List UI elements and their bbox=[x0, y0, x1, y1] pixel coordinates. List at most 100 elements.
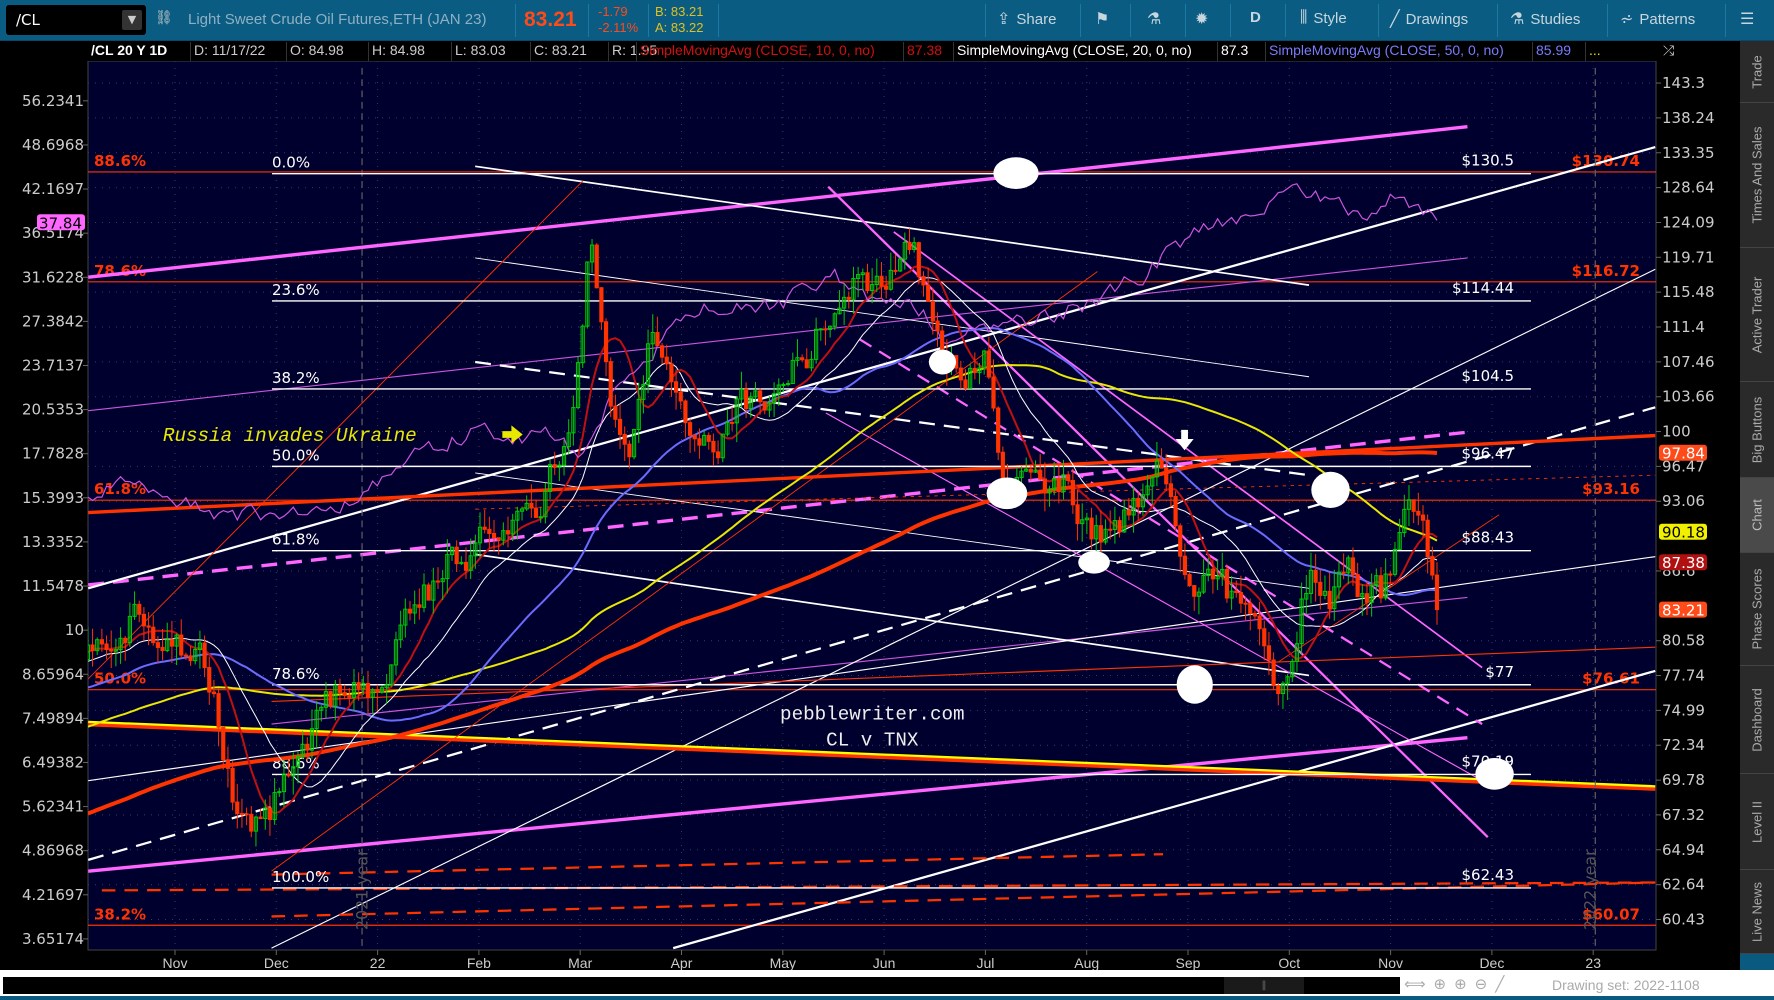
last-price: 83.21 bbox=[524, 8, 577, 31]
side-tab-live-news[interactable]: Live News bbox=[1740, 870, 1774, 954]
chart-info-bar: /CL 20 Y 1D D: 11/17/22 O: 84.98 H: 84.9… bbox=[0, 41, 1740, 61]
time-tick-label: Mar bbox=[568, 955, 592, 970]
candle-body bbox=[1327, 590, 1332, 610]
candle-body bbox=[160, 646, 165, 652]
change-value: -1.79 bbox=[598, 4, 628, 19]
candle-body bbox=[1000, 451, 1005, 480]
side-tab-phase-scores[interactable]: Phase Scores bbox=[1740, 553, 1774, 666]
share-icon: ⇪ bbox=[997, 11, 1011, 28]
crosshair-icon[interactable]: ⊕ bbox=[1434, 975, 1447, 993]
symbol-selector[interactable]: /CL ▼ bbox=[6, 5, 146, 35]
side-tab-trade[interactable]: Trade bbox=[1740, 41, 1774, 103]
candle-body bbox=[1266, 645, 1272, 661]
candle-body bbox=[230, 767, 235, 803]
more-studies[interactable]: ... bbox=[1585, 42, 1604, 61]
side-tab-dashboard[interactable]: Dashboard bbox=[1740, 666, 1774, 774]
candle-body bbox=[1173, 496, 1178, 527]
flag-button[interactable]: ⚑ bbox=[1095, 9, 1109, 29]
time-tick-label: 22 bbox=[370, 955, 386, 970]
divider bbox=[1497, 4, 1498, 37]
zoom-in-icon[interactable]: ⊕ bbox=[1454, 975, 1467, 993]
draw-line-icon[interactable]: ╱ bbox=[1495, 975, 1504, 993]
candle-body bbox=[608, 361, 613, 407]
patterns-button[interactable]: ⩫ Patterns bbox=[1620, 9, 1695, 29]
settings-button[interactable]: ✹ bbox=[1195, 9, 1208, 29]
price-tick-label: 107.46 bbox=[1662, 353, 1715, 371]
zoom-out-icon[interactable]: ⊖ bbox=[1475, 975, 1488, 993]
price-chart[interactable]: 88.6% $130.7478.6% $116.7261.8% $93.1650.0%… bbox=[0, 61, 1740, 970]
link-icon[interactable]: ⛓ bbox=[155, 10, 173, 26]
candle-body bbox=[804, 359, 809, 369]
tnx-tick-label: 8.65964 bbox=[22, 665, 84, 683]
fib-pct: 0.0% bbox=[272, 154, 310, 172]
fib-pct: 23.6% bbox=[272, 281, 320, 299]
flask-button[interactable]: ⚗ bbox=[1147, 9, 1161, 29]
candle-body bbox=[407, 608, 413, 614]
chevron-down-icon[interactable]: ▼ bbox=[122, 10, 142, 30]
drawing-set-label[interactable]: Drawing set: 2022-1108 bbox=[1552, 977, 1700, 993]
divider bbox=[1378, 4, 1379, 37]
side-tab-label: Live News bbox=[1749, 881, 1765, 942]
bid-ask: B: 83.21 A: 83.22 bbox=[655, 4, 703, 36]
fib-price: $88.43 bbox=[1462, 529, 1515, 547]
side-tab-times-and-sales[interactable]: Times And Sales bbox=[1740, 103, 1774, 248]
scrollbar-thumb[interactable]: ‖ bbox=[1224, 977, 1304, 994]
period-button[interactable]: D bbox=[1250, 9, 1261, 26]
candle-body bbox=[687, 422, 693, 436]
side-tab-active-trader[interactable]: Active Trader bbox=[1740, 248, 1774, 382]
pan-icon[interactable]: ⟺ bbox=[1404, 975, 1426, 993]
side-tab-big-buttons[interactable]: Big Buttons bbox=[1740, 382, 1774, 478]
share-button[interactable]: ⇪ Share bbox=[997, 9, 1056, 29]
candle-body bbox=[169, 639, 175, 647]
menu-button[interactable]: ☰ bbox=[1740, 9, 1754, 29]
side-tab-label: Times And Sales bbox=[1749, 126, 1765, 224]
sma20-legend[interactable]: SimpleMovingAvg (CLOSE, 20, 0, no) bbox=[953, 42, 1195, 61]
tnx-tick-label: 15.3993 bbox=[22, 489, 84, 507]
highlight-ellipse bbox=[1176, 665, 1213, 704]
candle-body bbox=[1420, 514, 1426, 521]
candle-body bbox=[617, 418, 623, 435]
time-scrollbar[interactable] bbox=[3, 977, 1400, 994]
candle-body bbox=[1136, 497, 1141, 508]
candle-body bbox=[1182, 555, 1188, 576]
studies-button[interactable]: ⚗ Studies bbox=[1510, 9, 1580, 29]
candle-body bbox=[678, 391, 683, 402]
candle-body bbox=[1028, 468, 1033, 473]
drawings-button[interactable]: ╱ Drawings bbox=[1390, 9, 1468, 29]
candle-body bbox=[1038, 469, 1043, 480]
candle-body bbox=[1224, 568, 1230, 599]
candle-body bbox=[1434, 574, 1440, 611]
side-tab-level-ii[interactable]: Level II bbox=[1740, 774, 1774, 870]
candle-body bbox=[743, 388, 749, 410]
chart-subtitle: CL v TNX bbox=[826, 730, 919, 752]
candle-body bbox=[365, 682, 371, 698]
sma10-legend[interactable]: SimpleMovingAvg (CLOSE, 10, 0, no) bbox=[636, 42, 878, 61]
autoscale-icon[interactable]: ⤮ bbox=[1660, 42, 1677, 61]
candle-body bbox=[1416, 510, 1421, 516]
price-tick-label: 69.78 bbox=[1662, 771, 1705, 789]
candle-body bbox=[1066, 474, 1071, 482]
candle-body bbox=[202, 642, 207, 669]
year-label: 2022 year bbox=[1580, 849, 1599, 930]
candle-body bbox=[239, 813, 245, 816]
candle-body bbox=[328, 691, 333, 707]
watermark: pebblewriter.com bbox=[780, 704, 965, 726]
candle-body bbox=[921, 276, 926, 286]
time-tick-label: Jun bbox=[873, 955, 896, 970]
candle-body bbox=[286, 773, 291, 777]
sma50-legend[interactable]: SimpleMovingAvg (CLOSE, 50, 0, no) bbox=[1265, 42, 1507, 61]
candle-body bbox=[594, 244, 599, 289]
candle-body bbox=[1178, 525, 1183, 557]
side-tab-chart[interactable]: Chart bbox=[1740, 478, 1774, 553]
candle-body bbox=[711, 440, 716, 453]
candle-body bbox=[1271, 659, 1276, 687]
style-button[interactable]: ⫼ Style bbox=[1300, 9, 1347, 27]
highlight-ellipse bbox=[1311, 471, 1350, 508]
price-tick-label: 74.99 bbox=[1662, 701, 1705, 719]
candle-body bbox=[692, 434, 697, 440]
price-tick-label: 100 bbox=[1662, 423, 1691, 441]
candle-body bbox=[1248, 602, 1253, 614]
fib-price: $77 bbox=[1485, 663, 1514, 681]
side-tab-label: Level II bbox=[1749, 800, 1765, 843]
candle-body bbox=[1075, 504, 1080, 525]
